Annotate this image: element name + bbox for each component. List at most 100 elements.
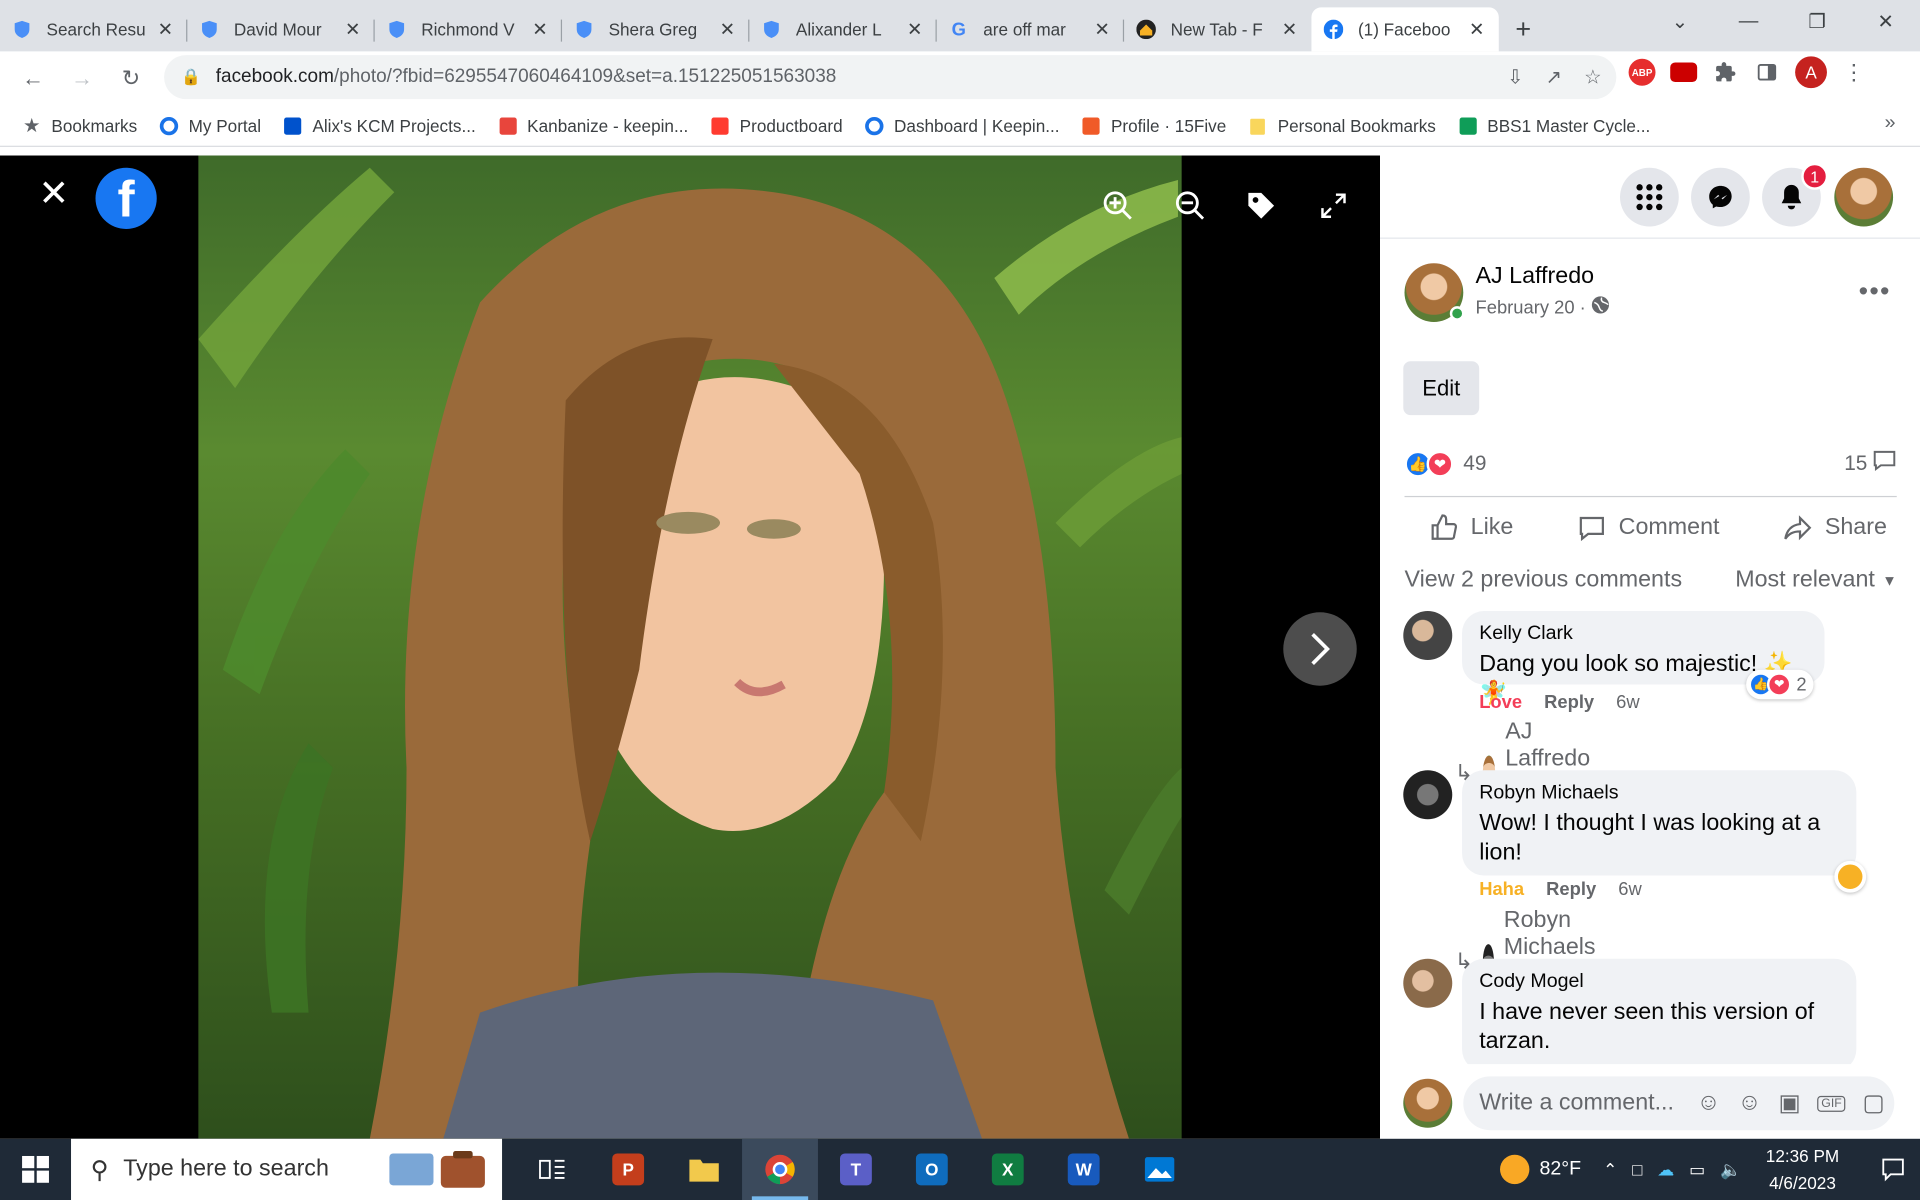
commenter-name[interactable]: Kelly Clark	[1479, 623, 1807, 645]
back-button[interactable]: ←	[9, 54, 58, 103]
reply-link[interactable]: Reply	[1544, 692, 1594, 713]
browser-tab[interactable]: New Tab - F ✕	[1124, 7, 1311, 51]
profile-avatar[interactable]: A	[1795, 56, 1827, 89]
close-tab-icon[interactable]: ✕	[343, 18, 363, 41]
next-photo-button[interactable]	[1283, 612, 1357, 686]
reply-link[interactable]: Reply	[1546, 879, 1596, 900]
account-avatar[interactable]	[1834, 167, 1894, 227]
taskbar-app-button[interactable]: T	[818, 1139, 894, 1200]
close-viewer-button[interactable]: ✕	[37, 176, 71, 213]
bookmark-item[interactable]: Profile · 15Five	[1082, 116, 1226, 135]
action-center-icon[interactable]	[1866, 1157, 1920, 1182]
onedrive-icon[interactable]: ☁	[1657, 1159, 1674, 1180]
bookmark-star-icon[interactable]: ☆	[1584, 65, 1602, 89]
bookmark-item[interactable]: Productboard	[710, 116, 843, 135]
browser-tab[interactable]: Alixander L ✕	[749, 7, 937, 51]
video-extension-icon[interactable]	[1670, 62, 1698, 83]
taskbar-app-button[interactable]: W	[1046, 1139, 1122, 1200]
comment-reaction-summary[interactable]: 👍 ❤ 2	[1746, 669, 1814, 700]
tag-icon[interactable]	[1237, 181, 1286, 230]
browser-tab[interactable]: Shera Greg ✕	[562, 7, 750, 51]
bookmark-item[interactable]: Dashboard | Keepin...	[865, 116, 1060, 135]
extensions-puzzle-icon[interactable]	[1712, 59, 1739, 86]
meet-now-icon[interactable]: □	[1632, 1160, 1642, 1180]
battery-icon[interactable]: ▭	[1689, 1159, 1705, 1180]
author-name[interactable]: AJ Laffredo	[1476, 263, 1611, 290]
volume-icon[interactable]: 🔈	[1720, 1159, 1741, 1180]
facebook-logo-icon[interactable]: f	[95, 167, 157, 229]
bookmark-item[interactable]: Kanbanize - keepin...	[498, 116, 688, 135]
sticker-icon[interactable]: ▢	[1863, 1089, 1885, 1117]
fullscreen-icon[interactable]	[1309, 181, 1358, 230]
camera-icon[interactable]: ▣	[1778, 1089, 1800, 1117]
author-avatar[interactable]	[1404, 263, 1465, 323]
browser-tab[interactable]: David Mour ✕	[187, 7, 375, 51]
restore-button[interactable]: ❐	[1783, 0, 1852, 44]
bookmark-item[interactable]: Personal Bookmarks	[1248, 116, 1436, 135]
browser-tab[interactable]: Search Resu ✕	[0, 7, 188, 51]
gif-icon[interactable]: GIF	[1817, 1095, 1846, 1112]
install-icon[interactable]: ⇩	[1507, 65, 1523, 89]
zoom-out-icon[interactable]	[1166, 181, 1215, 230]
tab-search-icon[interactable]: ⌄	[1646, 0, 1715, 44]
notifications-bell-icon[interactable]: 1	[1762, 162, 1829, 227]
menu-grid-icon[interactable]	[1620, 167, 1679, 227]
commenter-avatar[interactable]	[1403, 611, 1453, 661]
side-panel-icon[interactable]	[1753, 59, 1780, 86]
comment-count-link[interactable]: 15	[1844, 449, 1897, 477]
close-tab-icon[interactable]: ✕	[530, 18, 550, 41]
taskbar-app-button[interactable]	[742, 1138, 818, 1200]
forward-button[interactable]: →	[58, 54, 107, 103]
adblock-plus-icon[interactable]: ABP	[1628, 58, 1656, 86]
weather-widget[interactable]: 82°F	[1500, 1154, 1581, 1185]
comment-time[interactable]: 6w	[1616, 692, 1639, 713]
comment-reaction-label[interactable]: Haha	[1479, 879, 1524, 900]
commenter-avatar[interactable]	[1403, 958, 1453, 1008]
lock-icon[interactable]: 🔒	[181, 67, 201, 87]
avatar-sticker-icon[interactable]: ☺	[1697, 1090, 1721, 1117]
post-photo[interactable]	[198, 155, 1182, 1139]
close-tab-icon[interactable]: ✕	[1092, 18, 1112, 41]
post-date-text[interactable]: February 20 ·	[1476, 297, 1586, 318]
post-options-icon[interactable]: •••	[1859, 276, 1891, 308]
comment-input[interactable]: Write a comment... ☺ ☺ ▣ GIF ▢	[1463, 1076, 1895, 1131]
share-icon[interactable]: ↗	[1546, 65, 1562, 89]
reload-button[interactable]: ↻	[107, 54, 156, 103]
bookmark-item[interactable]: My Portal	[159, 116, 261, 135]
taskbar-app-button[interactable]	[514, 1139, 590, 1200]
view-previous-comments-link[interactable]: View 2 previous comments	[1405, 567, 1683, 594]
windows-start-icon[interactable]	[0, 1139, 71, 1200]
reaction-count[interactable]: 49	[1463, 451, 1486, 475]
edit-button[interactable]: Edit	[1403, 361, 1480, 416]
minimize-button[interactable]: —	[1714, 0, 1783, 44]
browser-tab[interactable]: (1) Faceboo ✕	[1311, 7, 1499, 52]
browser-tab[interactable]: Gare off mar ✕	[937, 7, 1125, 51]
browser-tab[interactable]: Richmond V ✕	[375, 7, 563, 51]
bookmark-item[interactable]: BBS1 Master Cycle...	[1458, 116, 1650, 135]
messenger-icon[interactable]	[1691, 167, 1750, 227]
bookmark-item[interactable]: ★ Bookmarks	[22, 116, 137, 137]
my-avatar[interactable]	[1403, 1078, 1453, 1128]
close-tab-icon[interactable]: ✕	[156, 18, 176, 41]
comment-reaction-label[interactable]: Love	[1479, 692, 1522, 713]
address-bar[interactable]: 🔒 facebook.com/photo/?fbid=6295547060464…	[164, 55, 1617, 100]
commenter-name[interactable]: Robyn Michaels	[1479, 782, 1839, 804]
chevron-up-icon[interactable]: ⌃	[1603, 1159, 1617, 1180]
share-button[interactable]: Share	[1783, 514, 1887, 541]
close-window-button[interactable]: ✕	[1851, 0, 1920, 44]
love-reaction-icon[interactable]: ❤	[1426, 450, 1454, 477]
sort-comments-dropdown[interactable]: Most relevant ▼	[1735, 567, 1897, 594]
taskbar-app-button[interactable]: O	[894, 1139, 970, 1200]
bookmarks-overflow-icon[interactable]: »	[1885, 113, 1896, 135]
taskbar-app-button[interactable]	[1122, 1139, 1198, 1200]
bookmark-item[interactable]: Alix's KCM Projects...	[283, 116, 476, 135]
haha-reaction-icon[interactable]	[1834, 860, 1867, 893]
commenter-avatar[interactable]	[1403, 770, 1453, 820]
commenter-name[interactable]: Cody Mogel	[1479, 971, 1839, 993]
comment-button[interactable]: Comment	[1577, 514, 1720, 541]
close-tab-icon[interactable]: ✕	[1280, 18, 1300, 41]
taskbar-app-button[interactable]: P	[590, 1139, 666, 1200]
taskbar-app-button[interactable]	[666, 1139, 742, 1200]
taskbar-app-button[interactable]: X	[970, 1139, 1046, 1200]
close-tab-icon[interactable]: ✕	[905, 18, 925, 41]
